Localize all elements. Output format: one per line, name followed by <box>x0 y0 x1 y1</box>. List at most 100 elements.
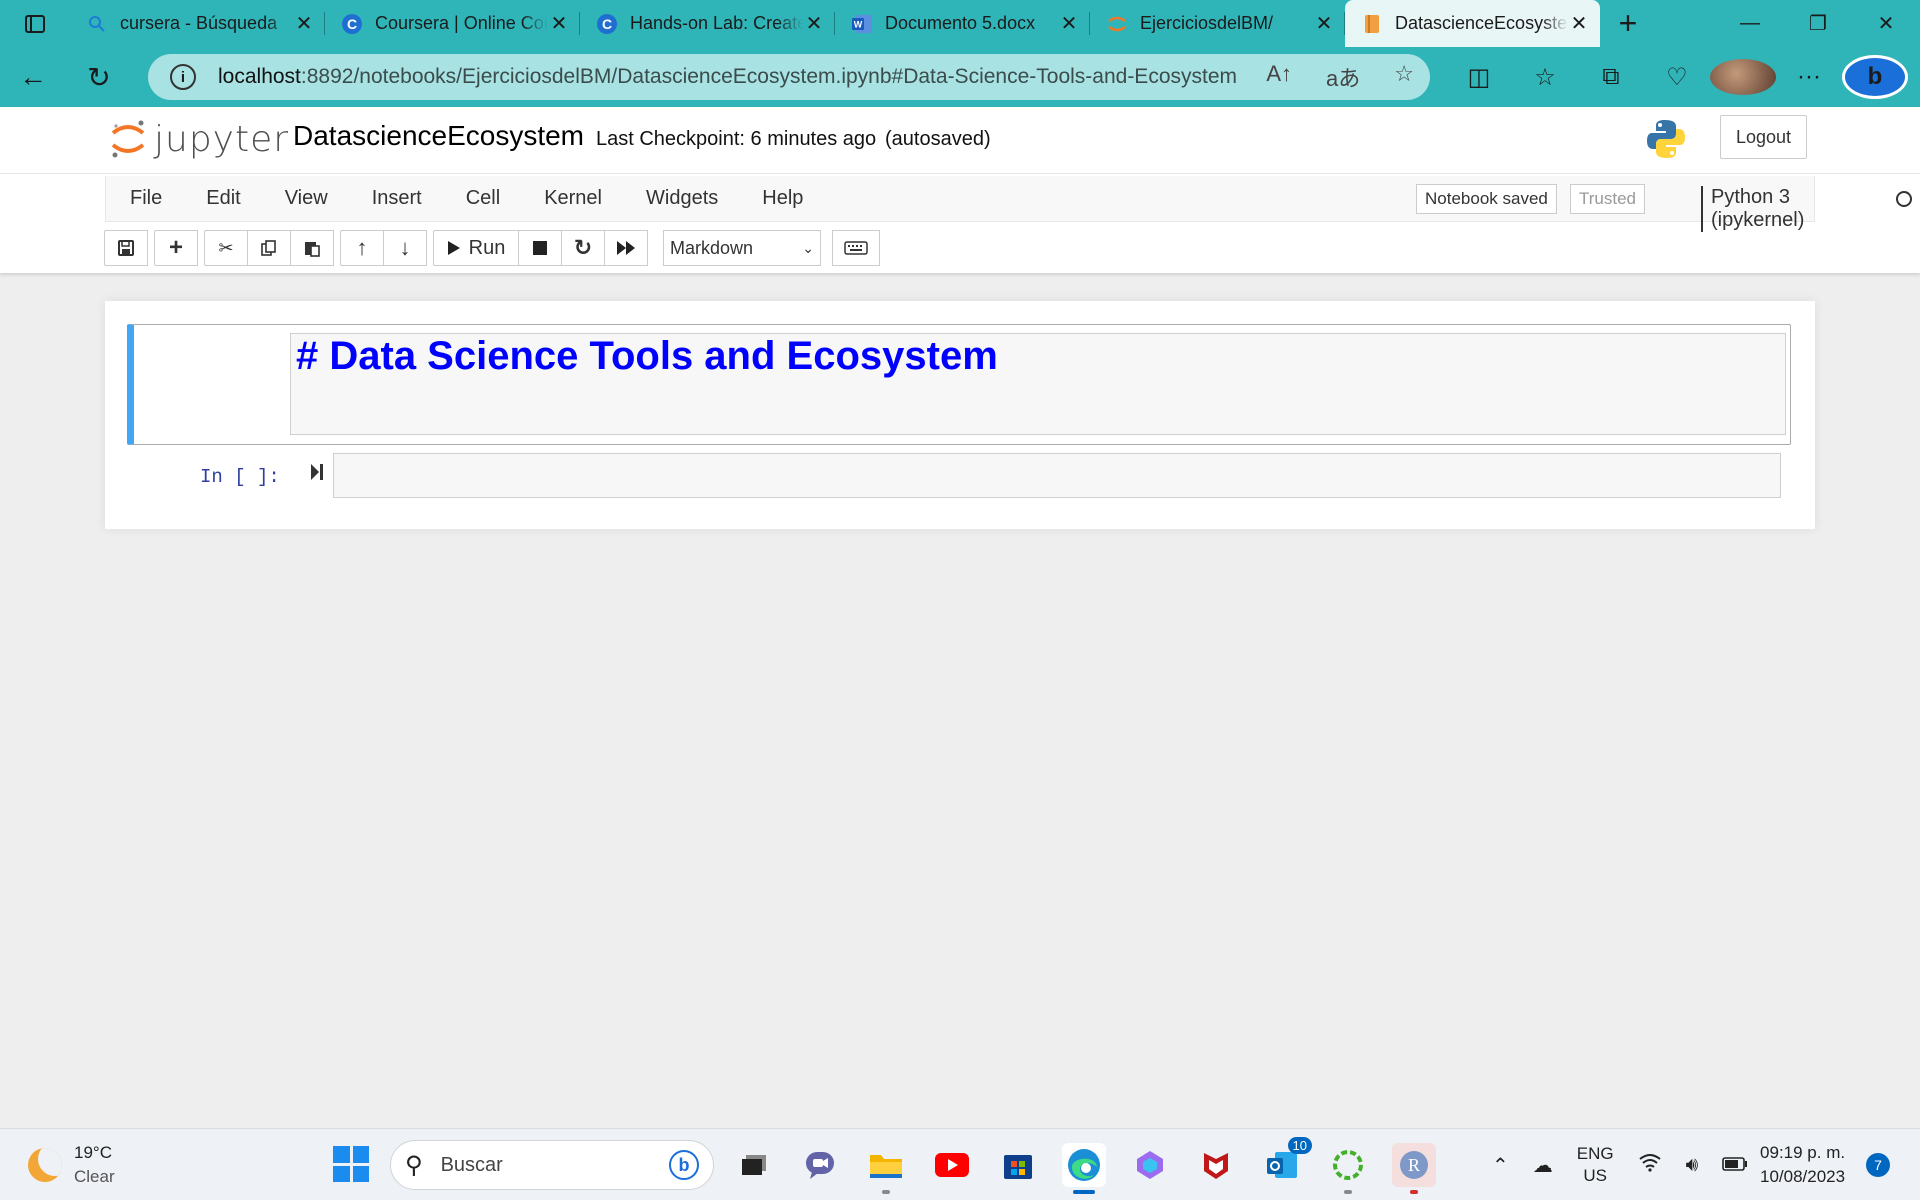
copy-button[interactable] <box>247 230 291 266</box>
menu-cell[interactable]: Cell <box>444 187 522 210</box>
weather-widget[interactable]: 19°C Clear <box>28 1141 115 1189</box>
microsoft-store-button[interactable] <box>996 1143 1040 1187</box>
start-button[interactable] <box>333 1146 369 1182</box>
input-language[interactable]: ENG US <box>1577 1143 1614 1187</box>
copilot-button[interactable] <box>1128 1143 1172 1187</box>
trusted-indicator[interactable]: Trusted <box>1570 184 1646 214</box>
anaconda-button[interactable] <box>1326 1143 1370 1194</box>
wifi-icon[interactable] <box>1638 1152 1662 1178</box>
favorites-icon[interactable]: ☆ <box>1512 55 1578 99</box>
favorite-star-icon[interactable]: ☆ <box>1394 61 1414 93</box>
tab-datascience-ecosystem[interactable]: DatascienceEcosystem ✕ <box>1345 0 1600 47</box>
arrow-left-icon: ← <box>19 61 47 92</box>
svg-text:C: C <box>347 16 357 32</box>
notebook-toolbar: + ✂ ↑ ↓ Run ↻ Markdown ⌄ <box>104 229 880 267</box>
markdown-cell[interactable]: # Data Science Tools and Ecosystem <box>127 324 1791 445</box>
paste-icon <box>305 242 320 257</box>
bing-icon[interactable]: b <box>669 1150 699 1180</box>
code-cell-editor[interactable] <box>333 453 1781 498</box>
kernel-name[interactable]: Python 3 (ipykernel) <box>1701 186 1814 232</box>
logout-button[interactable]: Logout <box>1720 115 1807 159</box>
youtube-icon <box>935 1153 969 1177</box>
close-tab-icon[interactable]: ✕ <box>803 13 825 35</box>
notebook-name[interactable]: DatascienceEcosystem <box>293 120 584 152</box>
close-tab-icon[interactable]: ✕ <box>293 13 315 35</box>
cut-button[interactable]: ✂ <box>204 230 248 266</box>
mcafee-button[interactable] <box>1194 1143 1238 1187</box>
jupyter-logo-text: jupyter <box>154 118 290 160</box>
file-explorer-button[interactable] <box>864 1143 908 1194</box>
volume-icon[interactable]: 🔊︎ <box>1686 1154 1699 1177</box>
checkpoint-status: Last Checkpoint: 6 minutes ago <box>596 128 877 150</box>
info-icon[interactable]: i <box>170 64 196 90</box>
split-screen-icon[interactable]: ◫ <box>1446 55 1512 99</box>
menu-kernel[interactable]: Kernel <box>522 187 624 210</box>
jupyter-icon <box>1106 13 1128 35</box>
cell-type-select[interactable]: Markdown ⌄ <box>663 230 821 266</box>
bing-chat-button[interactable]: b <box>1842 55 1908 99</box>
svg-text:R: R <box>1408 1155 1420 1175</box>
jupyter-header: jupyter DatascienceEcosystem Last Checkp… <box>0 107 1920 173</box>
chevron-up-icon[interactable]: ⌃ <box>1492 1153 1509 1178</box>
edge-browser-button[interactable] <box>1062 1143 1106 1194</box>
read-aloud-icon[interactable]: A↑ <box>1266 61 1292 93</box>
back-button[interactable]: ← <box>0 47 66 107</box>
url-field[interactable]: i localhost:8892/notebooks/Ejerciciosdel… <box>148 54 1430 100</box>
r-app-button[interactable]: R <box>1392 1143 1436 1194</box>
profile-avatar[interactable] <box>1710 55 1776 99</box>
minimize-icon[interactable]: — <box>1716 0 1784 47</box>
save-button[interactable] <box>104 230 148 266</box>
outlook-button[interactable]: 10 <box>1260 1137 1312 1187</box>
browser-essentials-icon[interactable]: ♡ <box>1644 55 1710 99</box>
window-controls: — ❐ ✕ <box>1716 0 1920 47</box>
insert-cell-button[interactable]: + <box>154 230 198 266</box>
tab-coursera[interactable]: C Coursera | Online Courses ✕ <box>325 0 580 47</box>
markdown-cell-editor[interactable]: # Data Science Tools and Ecosystem <box>290 333 1786 435</box>
taskbar-search[interactable]: ⚲ Buscar b <box>390 1140 714 1190</box>
paste-button[interactable] <box>290 230 334 266</box>
more-menu-icon[interactable]: ··· <box>1776 55 1842 99</box>
move-up-button[interactable]: ↑ <box>340 230 384 266</box>
menu-help[interactable]: Help <box>740 187 825 210</box>
tab-word-document[interactable]: W Documento 5.docx ✕ <box>835 0 1090 47</box>
move-down-button[interactable]: ↓ <box>383 230 427 266</box>
tab-hands-on-lab[interactable]: C Hands-on Lab: Create ✕ <box>580 0 835 47</box>
restart-kernel-button[interactable]: ↻ <box>561 230 605 266</box>
youtube-button[interactable] <box>930 1143 974 1187</box>
onedrive-icon[interactable]: ☁ <box>1533 1153 1553 1178</box>
menu-edit[interactable]: Edit <box>184 187 262 210</box>
close-tab-icon[interactable]: ✕ <box>1313 13 1335 35</box>
collections-icon[interactable]: ⧉ <box>1578 55 1644 99</box>
close-window-icon[interactable]: ✕ <box>1852 0 1920 47</box>
menu-widgets[interactable]: Widgets <box>624 187 740 210</box>
code-cell[interactable]: In [ ]: <box>127 451 1791 503</box>
browser-tab-strip: cursera - Búsqueda ✕ C Coursera | Online… <box>0 0 1920 47</box>
restart-run-all-button[interactable] <box>604 230 648 266</box>
tab-actions-button[interactable] <box>0 0 70 47</box>
restore-icon[interactable]: ❐ <box>1784 0 1852 47</box>
jupyter-logo[interactable]: jupyter <box>110 117 289 161</box>
command-palette-button[interactable] <box>832 230 880 266</box>
translate-icon[interactable]: aあ <box>1326 61 1360 93</box>
new-tab-button[interactable]: + <box>1600 0 1656 47</box>
run-cell-icon[interactable] <box>310 463 324 487</box>
menu-file[interactable]: File <box>106 187 184 210</box>
menu-insert[interactable]: Insert <box>350 187 444 210</box>
battery-icon[interactable] <box>1722 1154 1748 1177</box>
notification-badge[interactable]: 7 <box>1866 1153 1890 1177</box>
search-icon: ⚲ <box>405 1151 423 1179</box>
taskbar-clock[interactable]: 09:19 p. m. 10/08/2023 <box>1760 1141 1845 1189</box>
teams-chat-button[interactable] <box>798 1143 842 1187</box>
close-tab-icon[interactable]: ✕ <box>1568 13 1590 35</box>
close-tab-icon[interactable]: ✕ <box>548 13 570 35</box>
close-tab-icon[interactable]: ✕ <box>1058 13 1080 35</box>
tab-bing-search[interactable]: cursera - Búsqueda ✕ <box>70 0 325 47</box>
refresh-button[interactable]: ↻ <box>66 47 132 107</box>
menu-view[interactable]: View <box>263 187 350 210</box>
refresh-icon: ↻ <box>87 61 111 93</box>
run-button[interactable]: Run <box>433 230 519 266</box>
interrupt-button[interactable] <box>518 230 562 266</box>
task-view-button[interactable] <box>732 1143 776 1187</box>
restart-icon: ↻ <box>573 235 593 260</box>
tab-jupyter-tree[interactable]: EjerciciosdelBM/ ✕ <box>1090 0 1345 47</box>
